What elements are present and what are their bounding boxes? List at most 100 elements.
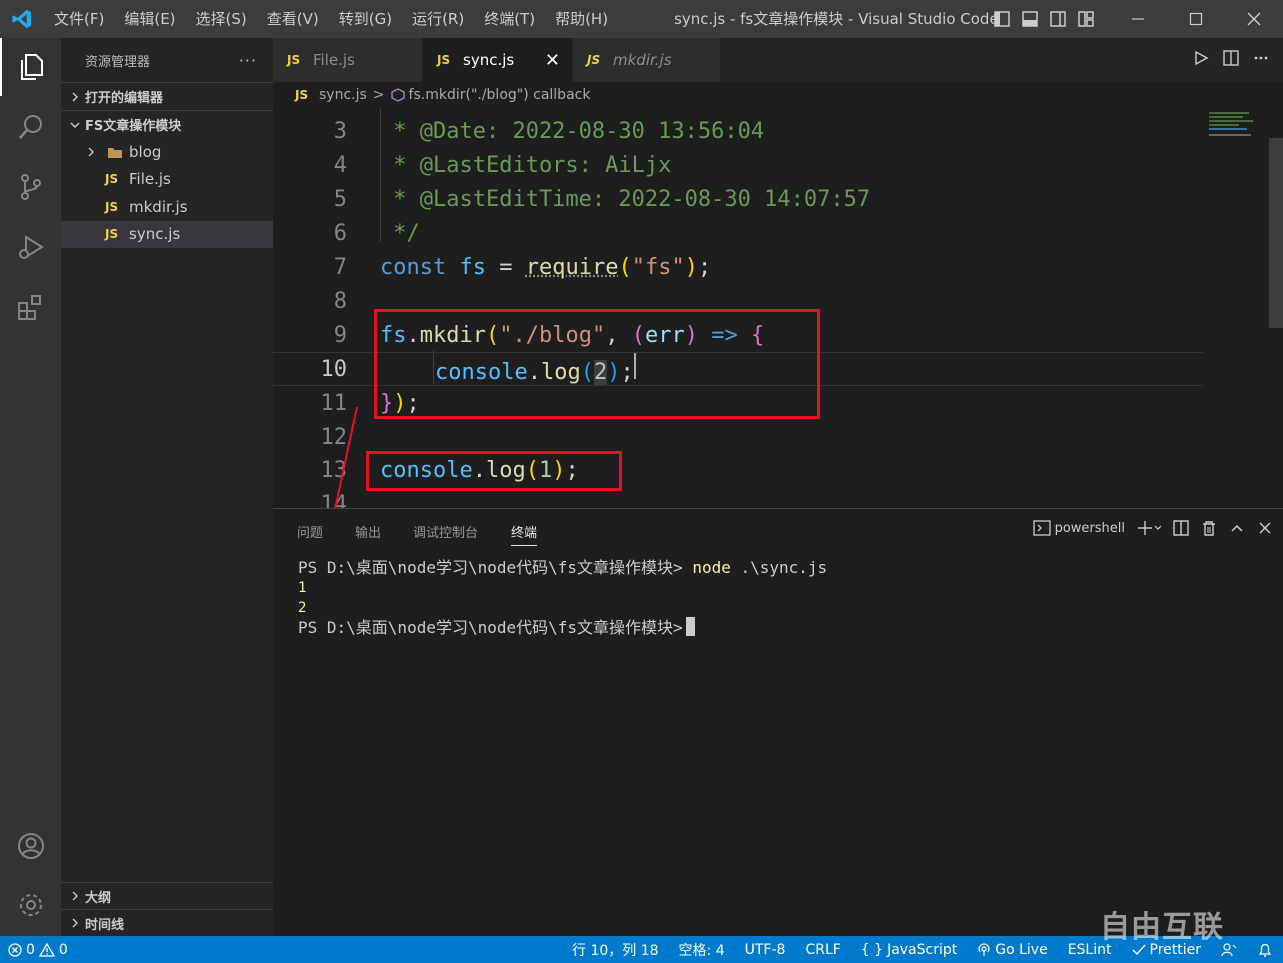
source-control-icon[interactable] [0, 158, 61, 216]
tab-sync-js[interactable]: JS sync.js ✕ [423, 38, 573, 82]
chevron-down-icon [67, 117, 83, 133]
new-terminal-icon[interactable] [1137, 520, 1161, 536]
terminal-argument: .\sync.js [740, 558, 828, 577]
tab-file-js[interactable]: JS File.js [273, 38, 423, 82]
terminal-cursor [685, 617, 695, 636]
menu-bar: 文件(F) 编辑(E) 选择(S) 查看(V) 转到(G) 运行(R) 终端(T… [44, 0, 618, 38]
editor-actions [1193, 38, 1269, 82]
problems-indicator[interactable]: 0 0 [8, 942, 68, 958]
terminal-shell-name[interactable]: powershell [1055, 521, 1125, 536]
tree-item-sync-js[interactable]: JS sync.js [61, 220, 273, 248]
breadcrumb: JS sync.js > fs.mkdir("./blog") callback [273, 82, 1283, 108]
window-title: sync.js - fs文章操作模块 - Visual Studio Code [674, 10, 999, 28]
run-file-icon[interactable] [1193, 50, 1209, 70]
status-left: 0 0 [8, 942, 68, 958]
outline-section[interactable]: 大纲 [61, 882, 273, 909]
breadcrumb-symbol[interactable]: fs.mkdir("./blog") callback [409, 87, 591, 103]
split-editor-icon[interactable] [1223, 50, 1239, 70]
tree-item-mkdir-js[interactable]: JS mkdir.js [61, 193, 273, 221]
toggle-secondary-sidebar-icon[interactable] [1044, 0, 1072, 38]
minimize-icon[interactable] [1109, 0, 1167, 38]
open-editors-section[interactable]: 打开的编辑器 [61, 82, 273, 110]
folder-section[interactable]: FS文章操作模块 [61, 110, 273, 138]
explorer-more-button[interactable]: ··· [239, 51, 257, 70]
search-icon[interactable] [0, 98, 61, 156]
go-live-button[interactable]: Go Live [977, 942, 1048, 958]
menu-view[interactable]: 查看(V) [257, 0, 329, 38]
error-icon [8, 942, 22, 957]
code-line: 3 * @Date: 2022-08-30 13:56:04 [273, 114, 1203, 148]
editor-scrollbar-thumb[interactable] [1269, 138, 1283, 328]
maximize-icon[interactable] [1167, 0, 1225, 38]
menu-help[interactable]: 帮助(H) [545, 0, 618, 38]
extensions-icon[interactable] [0, 278, 61, 336]
terminal-prompt: PS D:\桌面\node学习\node代码\fs文章操作模块> [298, 558, 683, 577]
language-mode[interactable]: { } JavaScript [861, 942, 957, 958]
indentation[interactable]: 空格: 4 [679, 940, 725, 960]
braces-icon: { } [860, 941, 884, 958]
accounts-icon[interactable] [0, 817, 61, 875]
editor-tab-bar: JS File.js JS sync.js ✕ JS mkdir.js [273, 38, 1283, 82]
terminal-output-line: 1 [298, 577, 306, 596]
line-number: 9 [333, 322, 347, 348]
terminal-line[interactable]: PS D:\桌面\node学习\node代码\fs文章操作模块> [298, 614, 695, 638]
explorer-icon[interactable] [0, 38, 61, 96]
terminal-shell-icon [1032, 519, 1051, 537]
tab-problems[interactable]: 问题 [297, 522, 323, 541]
highlight-box-console-log [366, 451, 622, 491]
encoding[interactable]: UTF-8 [745, 942, 786, 958]
timeline-label: 时间线 [85, 917, 125, 933]
breadcrumb-file[interactable]: sync.js [319, 87, 367, 103]
tab-debug-console[interactable]: 调试控制台 [413, 522, 478, 541]
split-terminal-icon[interactable] [1173, 520, 1189, 536]
menu-run[interactable]: 运行(R) [402, 0, 474, 38]
tree-item-file-js[interactable]: JS File.js [61, 166, 273, 194]
more-actions-icon[interactable] [1253, 50, 1269, 70]
line-number: 8 [333, 288, 347, 314]
tab-mkdir-js[interactable]: JS mkdir.js [573, 38, 721, 82]
line-number: 3 [333, 118, 347, 144]
customize-layout-icon[interactable] [1072, 0, 1100, 38]
js-file-icon: JS [105, 227, 119, 242]
tree-item-blog[interactable]: blog [61, 138, 273, 166]
vscode-logo-icon [0, 0, 44, 38]
close-panel-icon[interactable] [1257, 520, 1273, 536]
tab-close-icon[interactable]: ✕ [545, 50, 560, 71]
tab-terminal[interactable]: 终端 [511, 522, 538, 546]
toggle-sidebar-icon[interactable] [988, 0, 1016, 38]
menu-file[interactable]: 文件(F) [44, 0, 114, 38]
tab-label: mkdir.js [613, 51, 672, 69]
menu-go[interactable]: 转到(G) [329, 0, 402, 38]
code-line: 7 const fs = require("fs"); [273, 250, 1203, 284]
line-ending[interactable]: CRLF [805, 942, 840, 958]
trash-icon[interactable] [1201, 520, 1217, 536]
run-debug-icon[interactable] [0, 218, 61, 276]
menu-selection[interactable]: 选择(S) [186, 0, 257, 38]
close-window-icon[interactable] [1225, 0, 1283, 38]
code-comment: * @LastEditors: AiLjx [380, 152, 672, 178]
activity-bar [0, 38, 61, 936]
code-editor[interactable]: 3 * @Date: 2022-08-30 13:56:04 4 * @Last… [273, 108, 1283, 508]
semicolon: ; [697, 254, 712, 280]
timeline-section[interactable]: 时间线 [61, 909, 273, 936]
code-line: 6 */ [273, 216, 1203, 250]
line-number: 4 [333, 152, 347, 178]
menu-edit[interactable]: 编辑(E) [114, 0, 185, 38]
notifications-bell-icon[interactable] [1257, 942, 1273, 958]
keyword: const [380, 254, 447, 280]
line-number: 6 [333, 220, 347, 246]
maximize-panel-icon[interactable] [1229, 520, 1245, 536]
toggle-panel-icon[interactable] [1016, 0, 1044, 38]
tree-item-label: mkdir.js [129, 197, 188, 216]
settings-gear-icon[interactable] [0, 876, 61, 934]
cursor-position[interactable]: 行 10，列 18 [572, 940, 659, 960]
operator: = [485, 254, 526, 280]
code-line: 5 * @LastEditTime: 2022-08-30 14:07:57 [273, 182, 1203, 216]
code-line: 4 * @LastEditors: AiLjx [273, 148, 1203, 182]
cube-icon [390, 88, 405, 102]
minimap[interactable] [1205, 108, 1283, 508]
tab-output[interactable]: 输出 [355, 522, 381, 541]
menu-terminal[interactable]: 终端(T) [474, 0, 545, 38]
bottom-panel: 问题 输出 调试控制台 终端 powershell PS D:\桌面\node学… [273, 508, 1283, 936]
code-comment: * @LastEditTime: 2022-08-30 14:07:57 [380, 186, 871, 212]
